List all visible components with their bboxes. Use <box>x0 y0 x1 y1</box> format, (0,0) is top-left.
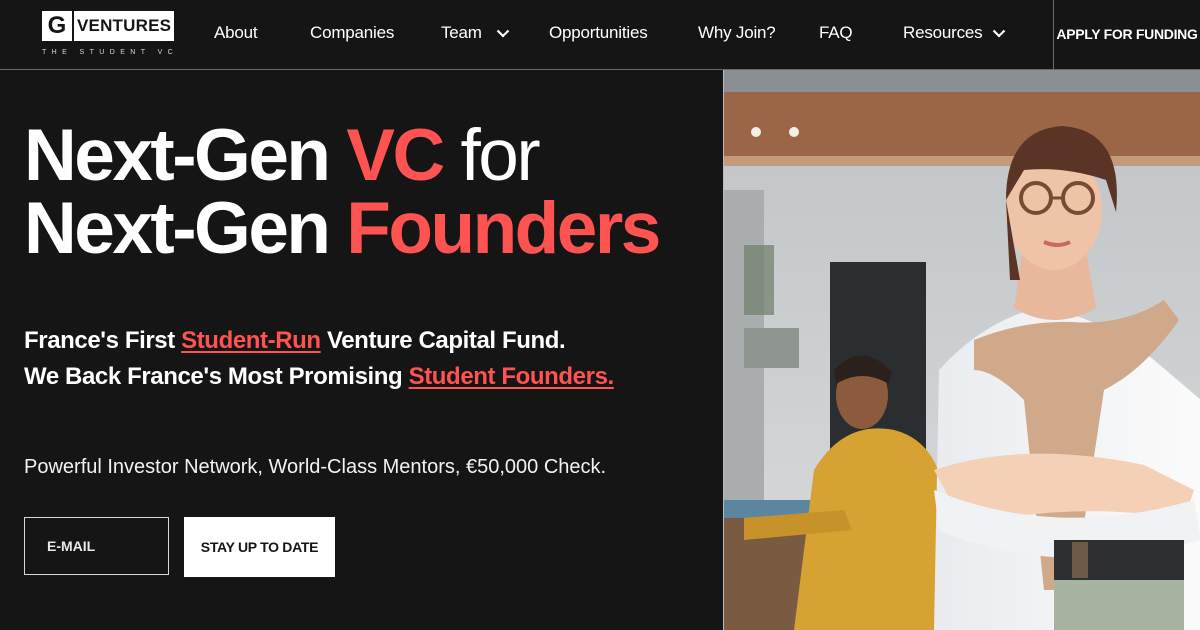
perks-text: Powerful Investor Network, World-Class M… <box>24 456 607 478</box>
hero-text: Next-Gen <box>24 188 347 269</box>
chevron-down-icon <box>496 29 510 38</box>
nav-label: Resources <box>903 23 983 42</box>
nav-label: Why Join? <box>698 23 776 42</box>
stay-up-to-date-button[interactable]: STAY UP TO DATE <box>184 517 335 577</box>
nav-item-team[interactable]: Team <box>441 23 513 43</box>
tagline-line-2: We Back France's Most Promising Student … <box>24 363 614 391</box>
nav-item-opportunities[interactable]: Opportunities <box>549 23 648 43</box>
hero-text: for <box>442 115 541 196</box>
nav-item-why-join[interactable]: Why Join? <box>698 23 776 43</box>
nav-item-resources[interactable]: Resources <box>903 23 1009 43</box>
email-field[interactable] <box>24 517 169 575</box>
top-nav: G VENTURES THE STUDENT VC About Companie… <box>0 0 1200 70</box>
logo[interactable]: G VENTURES THE STUDENT VC <box>42 11 175 59</box>
chevron-down-icon <box>992 29 1006 38</box>
hero-photo-illustration <box>724 70 1200 630</box>
nav-label: FAQ <box>819 23 853 42</box>
tagline-line-1: France's First Student-Run Venture Capit… <box>24 327 566 355</box>
nav-label: Companies <box>310 23 395 42</box>
hero-text: Next-Gen <box>24 115 347 196</box>
nav-label: Opportunities <box>549 23 648 42</box>
logo-mark: G <box>42 11 72 41</box>
student-founders-link[interactable]: Student Founders. <box>409 363 615 390</box>
hero-photo <box>723 70 1200 630</box>
nav-item-companies[interactable]: Companies <box>310 23 394 43</box>
tagline-text: We Back France's Most Promising <box>24 363 409 390</box>
nav-item-about[interactable]: About <box>214 23 258 43</box>
hero-accent-founders: Founders <box>346 188 661 269</box>
nav-label: Team <box>441 23 482 42</box>
logo-badge: G VENTURES <box>42 11 175 41</box>
apply-for-funding-button[interactable]: APPLY FOR FUNDING <box>1053 0 1200 69</box>
nav-item-faq[interactable]: FAQ <box>819 23 853 43</box>
tagline-text: Venture Capital Fund. <box>320 327 566 354</box>
logo-word: VENTURES <box>74 11 175 41</box>
tagline-text: France's First <box>24 327 182 354</box>
student-run-link[interactable]: Student-Run <box>181 327 321 354</box>
hero-title-line-2: Next-Gen Founders <box>24 187 661 270</box>
hero-accent-vc: VC <box>346 115 445 196</box>
hero-title-line-1: Next-Gen VC for <box>24 114 541 197</box>
logo-subtitle: THE STUDENT VC <box>42 49 179 56</box>
nav-label: About <box>214 23 258 42</box>
